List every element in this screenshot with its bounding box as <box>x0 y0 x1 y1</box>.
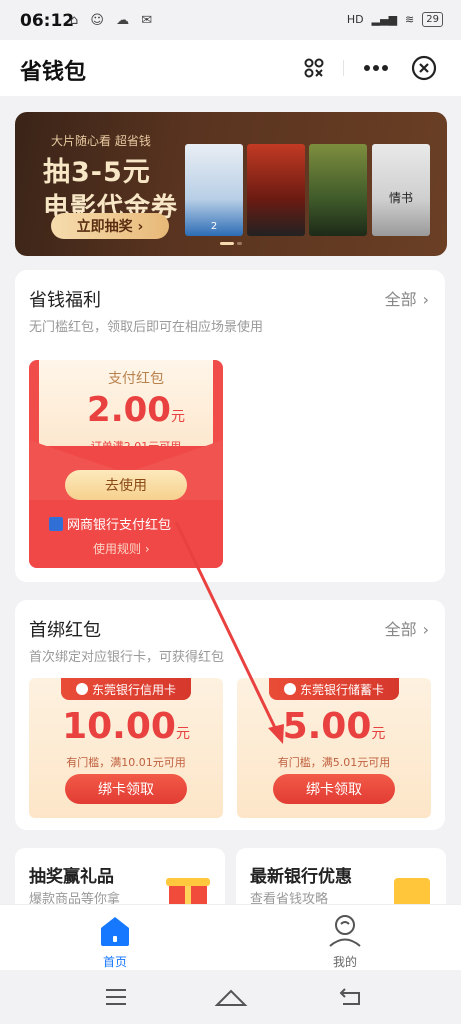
section-desc: 无门槛红包，领取后即可在相应场景使用 <box>29 320 264 335</box>
bind-offer[interactable]: 东莞银行储蓄卡 5.00元 有门槛，满5.01元可用 绑卡领取 <box>237 678 431 818</box>
banner-headline: 抽3-5元 <box>43 157 151 188</box>
system-nav-bar <box>0 970 461 1024</box>
user-icon <box>329 915 361 947</box>
bind-condition: 有门槛，满5.01元可用 <box>277 756 391 769</box>
promo-banner[interactable]: 大片随心看 超省钱 抽3-5元 电影代金券 立即抽奖 › 2 情书 <box>15 112 447 256</box>
back-button[interactable] <box>330 984 370 1010</box>
bind-card-button[interactable]: 绑卡领取 <box>273 774 395 804</box>
status-time: 06:12 <box>20 11 75 31</box>
page-title: 省钱包 <box>20 60 87 85</box>
bind-condition: 有门槛，满10.01元可用 <box>66 756 186 769</box>
signal-icon: ▂▄▆ <box>371 13 398 26</box>
carousel-dot <box>237 242 242 245</box>
system-icons: HD ▂▄▆ ≋ 29 <box>347 12 443 27</box>
view-all-link[interactable]: 全部 › <box>385 286 429 310</box>
bank-logo-icon <box>75 683 88 695</box>
bottom-tab-bar: 首页 我的 <box>0 904 461 971</box>
header-divider <box>343 60 344 76</box>
more-icon <box>364 65 388 71</box>
bank-logo-icon <box>283 683 296 695</box>
battery-icon: 29 <box>422 12 443 27</box>
carousel-dot <box>220 242 234 245</box>
bank-tag: 东莞银行信用卡 <box>61 678 191 700</box>
draw-now-button[interactable]: 立即抽奖 › <box>51 213 169 239</box>
mini-card-title: 抽奖赢礼品 <box>29 867 114 887</box>
section-desc: 首次绑定对应银行卡，可获得红包 <box>29 650 225 665</box>
home-icon <box>101 917 129 946</box>
bind-amount: 10.00元 <box>62 706 190 747</box>
menu-button[interactable] <box>96 984 136 1010</box>
close-button[interactable] <box>406 50 442 86</box>
packet-bank: 网商银行支付红包 <box>49 514 171 533</box>
app-header: 省钱包 <box>0 40 461 96</box>
movie-poster <box>309 144 367 236</box>
movie-poster: 2 <box>185 144 243 236</box>
movie-poster <box>247 144 305 236</box>
status-bar: 06:12 ⌂ ☺ ☁ ✉ HD ▂▄▆ ≋ 29 <box>0 0 461 40</box>
red-packet[interactable]: 支付红包 2.00元 订单满2.01元可用 去使用 网商银行支付红包 使用规则 … <box>29 360 223 568</box>
scan-icon <box>304 58 324 78</box>
notification-icons: ⌂ ☺ ☁ ✉ <box>70 13 157 28</box>
more-button[interactable] <box>353 50 399 86</box>
view-all-link[interactable]: 全部 › <box>385 616 429 640</box>
use-button[interactable]: 去使用 <box>65 470 187 500</box>
packet-paper: 支付红包 2.00元 订单满2.01元可用 <box>39 360 213 453</box>
first-bind-card: 首绑红包 全部 › 首次绑定对应银行卡，可获得红包 东莞银行信用卡 10.00元 … <box>15 600 445 830</box>
welfare-card: 省钱福利 全部› 无门槛红包，领取后即可在相应场景使用 支付红包 2.00元 订… <box>15 270 445 582</box>
bank-tag: 东莞银行储蓄卡 <box>269 678 399 700</box>
bind-offer[interactable]: 东莞银行信用卡 10.00元 有门槛，满10.01元可用 绑卡领取 <box>29 678 223 818</box>
menu-icon <box>106 989 126 1005</box>
wifi-icon: ≋ <box>405 13 415 26</box>
packet-amount: 2.00元 <box>87 390 185 430</box>
bind-card-button[interactable]: 绑卡领取 <box>65 774 187 804</box>
section-title: 首绑红包 <box>29 620 101 641</box>
chevron-right-icon: › <box>422 620 429 639</box>
tab-home[interactable]: 首页 <box>75 913 155 970</box>
home-nav-button[interactable] <box>211 984 251 1010</box>
section-title: 省钱福利 <box>29 290 101 311</box>
banner-subtitle: 大片随心看 超省钱 <box>51 134 151 148</box>
carousel-dots <box>220 242 242 245</box>
scan-button[interactable] <box>296 50 332 86</box>
packet-label: 支付红包 <box>108 371 164 387</box>
mini-card-title: 最新银行优惠 <box>250 867 352 887</box>
hd-icon: HD <box>346 13 364 26</box>
bind-amount: 5.00元 <box>282 706 386 747</box>
usage-rules-link[interactable]: 使用规则 › <box>93 540 150 557</box>
movie-poster: 情书 <box>372 144 430 236</box>
chevron-right-icon: › <box>422 290 429 309</box>
close-icon <box>411 55 437 81</box>
back-icon <box>339 988 360 1005</box>
home-outline-icon <box>214 989 248 1006</box>
bank-logo-icon <box>49 516 63 531</box>
tab-me[interactable]: 我的 <box>305 913 385 970</box>
